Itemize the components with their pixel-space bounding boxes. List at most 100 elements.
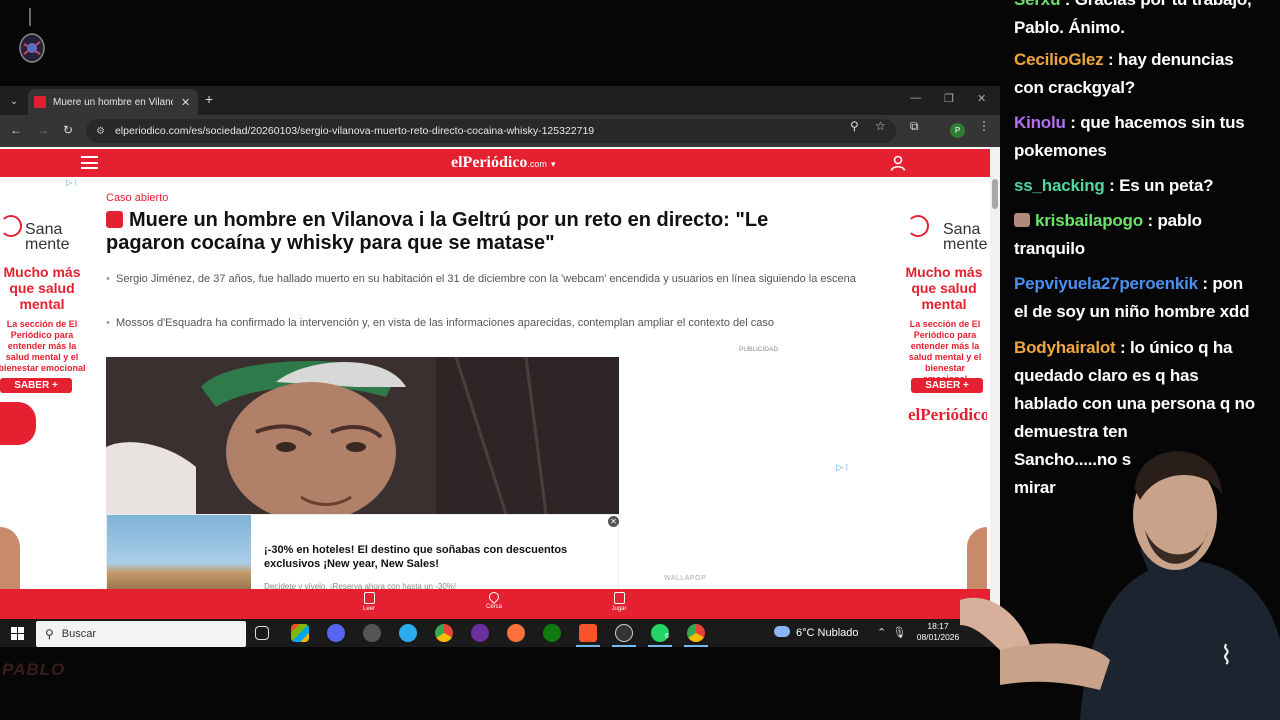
- ad-headline: Mucho más que salud mental: [905, 264, 983, 312]
- promo-title[interactable]: ¡-30% en hoteles! El destino que soñabas…: [264, 543, 609, 571]
- sponsored-promo[interactable]: ¡-30% en hoteles! El destino que soñabas…: [106, 514, 619, 595]
- chat-message: Serxu : Gracias por tu trabajo,: [1014, 0, 1278, 14]
- site-logo[interactable]: elPeriódico.com ▾: [451, 154, 555, 172]
- chat-username: Kinolu: [1014, 113, 1066, 132]
- system-tray[interactable]: ⌃ 🎙: [877, 626, 906, 639]
- taskbar-search[interactable]: ⚲ Buscar: [36, 621, 246, 647]
- microphone-icon[interactable]: 🎙: [892, 627, 906, 639]
- windows-taskbar: ⚲ Buscar 6 6°C Nublado ⌃ 🎙 18:17 08/01/20…: [0, 619, 1000, 647]
- user-icon[interactable]: [890, 155, 906, 171]
- ad-label: PUBLICIDAD: [739, 346, 779, 353]
- media-player-icon[interactable]: [471, 624, 489, 642]
- headline-text: Muere un hombre en Vilanova i la Geltrú …: [106, 209, 769, 254]
- summary-bullet: Sergio Jiménez, de 37 años, fue hallado …: [106, 270, 876, 288]
- discord-icon[interactable]: [327, 624, 345, 642]
- brave-icon[interactable]: [579, 624, 597, 642]
- ad-body: La sección de El Periódico para entender…: [908, 319, 982, 384]
- tab-search-button[interactable]: ⌄: [4, 92, 24, 110]
- article-photo[interactable]: [106, 357, 619, 514]
- active-app-indicator: [684, 645, 708, 647]
- weather-widget[interactable]: 6°C Nublado: [774, 626, 859, 639]
- chat-text: quedado claro es q has: [1014, 366, 1199, 385]
- close-icon[interactable]: ✕: [181, 96, 190, 109]
- chat-text: pokemones: [1014, 141, 1107, 160]
- game-icon: [613, 592, 625, 604]
- chat-text: Pablo. Ánimo.: [1014, 18, 1125, 37]
- chevron-down-icon: ▾: [550, 159, 556, 169]
- stream-frame: ⌄ Muere un hombre en Vilanova ✕ + — ❐ ✕ …: [0, 0, 1280, 720]
- ad-photo: [0, 527, 20, 589]
- maximize-button[interactable]: ❐: [944, 92, 954, 105]
- obs-icon[interactable]: [615, 624, 633, 642]
- zoom-icon[interactable]: ⚲: [850, 119, 859, 133]
- minimize-button[interactable]: —: [910, 92, 921, 104]
- ad-cta-button[interactable]: SABER +: [0, 378, 72, 393]
- forward-button[interactable]: →: [37, 123, 49, 137]
- nav-leer[interactable]: Leer: [354, 592, 384, 612]
- xbox-icon[interactable]: [543, 624, 561, 642]
- close-icon[interactable]: ✕: [608, 516, 619, 527]
- windows-start-icon[interactable]: [11, 627, 24, 640]
- extensions-icon[interactable]: ⧉: [910, 119, 919, 134]
- article-kicker[interactable]: Caso abierto: [106, 192, 168, 204]
- wallapop-label: WALLAPOP: [664, 575, 707, 582]
- back-button[interactable]: ←: [10, 123, 22, 137]
- chat-badge-icon: [1014, 213, 1030, 227]
- site-info-icon[interactable]: ⚙: [96, 126, 105, 137]
- ad-brand: Sana mente: [25, 221, 70, 253]
- chat-text: : pon: [1202, 274, 1243, 293]
- chat-text: : que hacemos sin tus: [1070, 113, 1245, 132]
- chat-text: con crackgyal?: [1014, 78, 1135, 97]
- task-view-icon[interactable]: [255, 626, 269, 640]
- sanamente-logo-icon: [0, 215, 22, 237]
- streamer-webcam: [960, 451, 1280, 720]
- chat-message: Pablo. Ánimo.: [1014, 14, 1278, 42]
- new-tab-button[interactable]: +: [205, 91, 213, 107]
- browser-toolbar: ← → ↻ ⚙ elperiodico.com/es/sociedad/2026…: [0, 115, 1000, 147]
- browser-window: ⌄ Muere un hombre en Vilanova ✕ + — ❐ ✕ …: [0, 86, 1000, 619]
- tab-strip: ⌄ Muere un hombre en Vilanova ✕ + — ❐ ✕: [0, 86, 1000, 115]
- promo-image: [107, 515, 251, 595]
- ad-logo-mark-icon: [0, 402, 36, 445]
- bookmark-star-icon[interactable]: ☆: [875, 119, 886, 133]
- hamburger-menu-icon[interactable]: [81, 156, 98, 169]
- ad-cta-button[interactable]: SABER +: [911, 378, 983, 393]
- side-ad-left[interactable]: ▷ ⁝ Sana mente Mucho más que salud mental…: [0, 177, 90, 589]
- article-headline: Muere un hombre en Vilanova i la Geltrú …: [106, 209, 846, 255]
- telegram-icon[interactable]: [399, 624, 417, 642]
- chat-username: krisbailapogo: [1035, 211, 1143, 230]
- chat-message: pokemones: [1014, 137, 1278, 165]
- nav-cerca[interactable]: Cerca: [479, 589, 509, 610]
- adchoices-icon[interactable]: ▷ ⁝: [836, 462, 848, 473]
- scrollbar-thumb[interactable]: [992, 179, 998, 209]
- store-icon[interactable]: [291, 624, 309, 642]
- profile-avatar[interactable]: P: [950, 123, 965, 138]
- chat-message: tranquilo: [1014, 235, 1278, 263]
- chrome-icon[interactable]: [435, 624, 453, 642]
- document-icon: [363, 592, 375, 604]
- chat-message: el de soy un niño hombre xdd: [1014, 298, 1278, 326]
- menu-icon[interactable]: ⋮: [978, 119, 990, 133]
- tab-active[interactable]: Muere un hombre en Vilanova ✕: [28, 89, 198, 115]
- adchoices-icon[interactable]: ▷ ⁝: [66, 178, 77, 187]
- chat-text: : Gracias por tu trabajo,: [1065, 0, 1252, 9]
- location-pin-icon: [486, 589, 502, 605]
- logo-text: elPeriódico: [451, 154, 528, 171]
- window-close-button[interactable]: ✕: [977, 92, 986, 105]
- ad-headline: Mucho más que salud mental: [3, 264, 81, 312]
- search-icon: ⚲: [45, 627, 54, 641]
- address-bar[interactable]: ⚙ elperiodico.com/es/sociedad/20260103/s…: [86, 119, 896, 143]
- chat-text: : lo único q ha: [1120, 338, 1233, 357]
- chat-message: Bodyhairalot : lo único q ha: [1014, 334, 1278, 362]
- chrome-profile-icon[interactable]: [687, 624, 705, 642]
- chat-username: CecilioGlez: [1014, 50, 1104, 69]
- chat-text: : pablo: [1147, 211, 1202, 230]
- chat-message: con crackgyal?: [1014, 74, 1278, 102]
- reload-button[interactable]: ↻: [63, 123, 73, 137]
- chevron-up-icon[interactable]: ⌃: [877, 627, 886, 639]
- nav-jugar[interactable]: Jugar: [604, 592, 634, 612]
- ad-body: La sección de El Periódico para entender…: [0, 319, 86, 373]
- search-placeholder: Buscar: [61, 628, 97, 640]
- firefox-icon[interactable]: [507, 624, 525, 642]
- settings-gear-icon[interactable]: [363, 624, 381, 642]
